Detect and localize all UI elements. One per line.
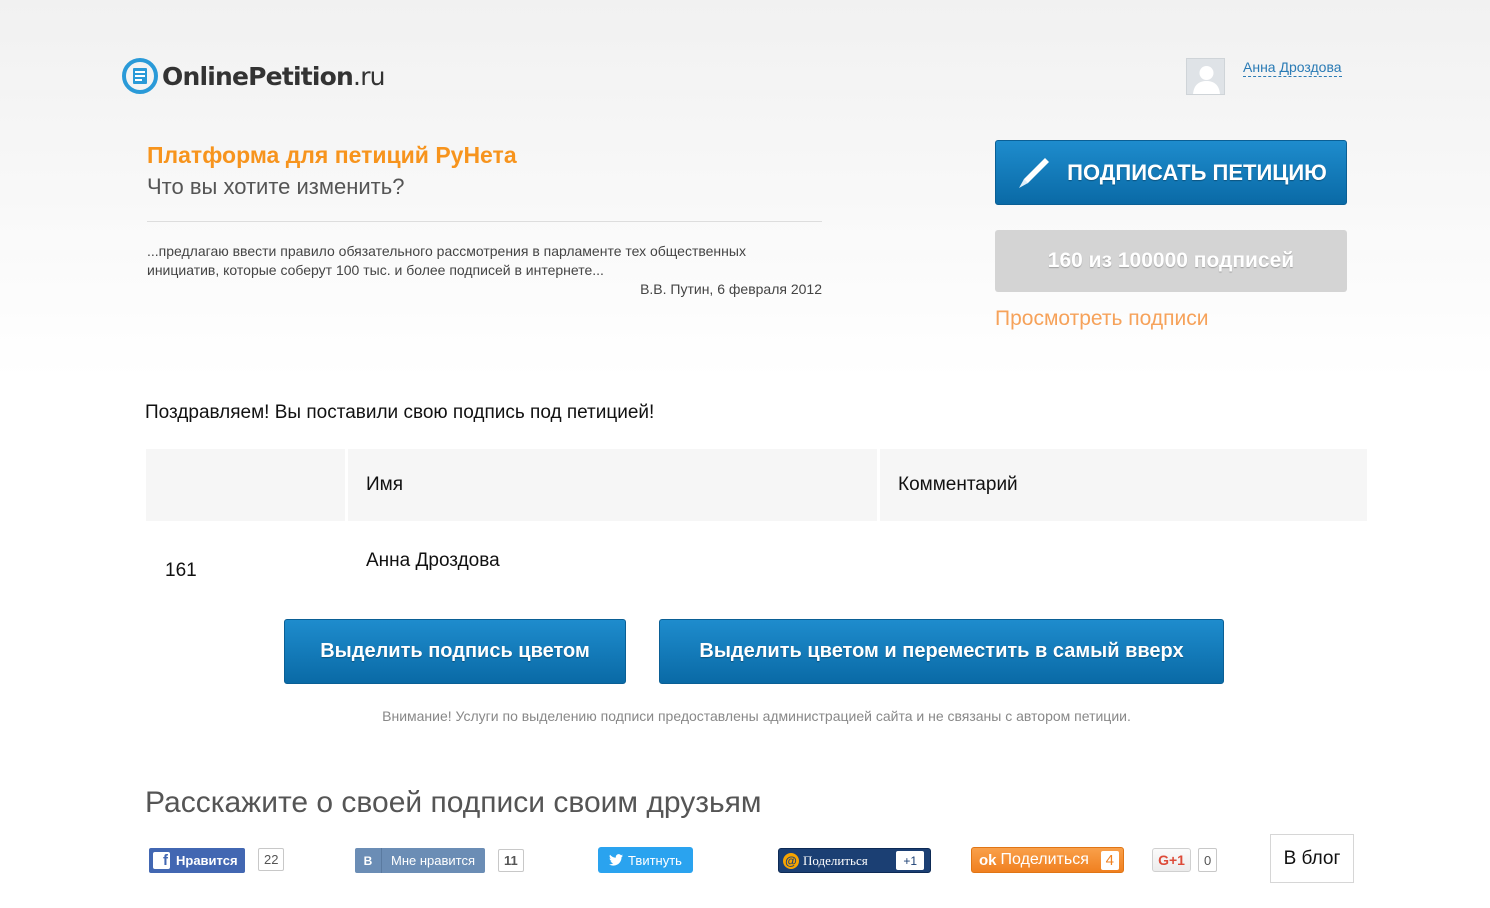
google-plus-button[interactable]: G+1 [1152,848,1191,872]
page-headline: Платформа для петиций РуНета [147,142,517,168]
highlight-and-move-top-button[interactable]: Выделить цветом и переместить в самый вв… [659,619,1224,684]
highlight-notice: Внимание! Услуги по выделению подписи пр… [382,708,1131,724]
user-avatar[interactable] [1186,58,1225,95]
mailru-at-icon: @ [783,852,799,869]
sign-petition-button[interactable]: ПОДПИСАТЬ ПЕТИЦИЮ [995,140,1347,205]
sign-petition-label: ПОДПИСАТЬ ПЕТИЦИЮ [1067,159,1327,185]
header-divider [147,221,822,222]
page-subhead: Что вы хотите изменить? [147,174,405,199]
mailru-share-button[interactable]: @ Поделиться +1 [778,848,931,873]
vk-like-label: Мне нравится [391,853,476,868]
facebook-like-count: 22 [258,848,285,871]
twitter-tweet-button[interactable]: Твитнуть [598,847,693,873]
site-logo[interactable]: OnlinePetition.ru [122,58,386,94]
odnoklassniki-share-count: 4 [1100,850,1119,870]
twitter-bird-icon [609,854,624,866]
vk-icon: В [355,848,382,873]
facebook-like-label: Нравится [176,853,238,868]
twitter-tweet-label: Твитнуть [628,852,682,868]
mailru-share-label: Поделиться [803,852,868,868]
post-to-blog-button[interactable]: В блог [1270,834,1354,883]
view-signatures-link[interactable]: Просмотреть подписи [995,307,1208,331]
mailru-share-count: +1 [896,851,924,870]
quote-author: В.В. Путин, 6 февраля 2012 [640,281,822,297]
signature-count: 160 из 100000 подписей [995,230,1347,292]
highlight-signature-button[interactable]: Выделить подпись цветом [284,619,626,684]
facebook-like-button[interactable]: f Нравится [149,848,245,873]
row-number: 161 [165,560,197,581]
row-name: Анна Дроздова [366,550,500,571]
odnoklassniki-share-button[interactable]: ok Поделиться 4 [971,847,1124,873]
pen-icon [1019,157,1050,188]
putin-quote: ...предлагаю ввести правило обязательног… [147,243,746,278]
odnoklassniki-share-label: Поделиться [1000,851,1089,868]
column-header-name: Имя [348,449,877,521]
share-title: Расскажите о своей подписи своим друзьям [145,786,762,819]
vk-like-count: 11 [498,849,524,872]
avatar-icon [1193,66,1220,94]
column-header-number [146,449,345,521]
user-name-link[interactable]: Анна Дроздова [1243,59,1342,77]
congrats-message: Поздравляем! Вы поставили свою подпись п… [145,402,655,423]
odnoklassniki-icon: ok [979,851,997,869]
logo-text: OnlinePetition.ru [162,61,386,91]
google-plus-count: 0 [1198,848,1218,872]
column-header-comment: Комментарий [880,449,1367,521]
vk-like-button[interactable]: В Мне нравится [355,848,486,873]
logo-icon [122,58,158,94]
signatures-table-header: Имя Комментарий [146,449,1367,521]
facebook-icon: f [153,852,170,869]
